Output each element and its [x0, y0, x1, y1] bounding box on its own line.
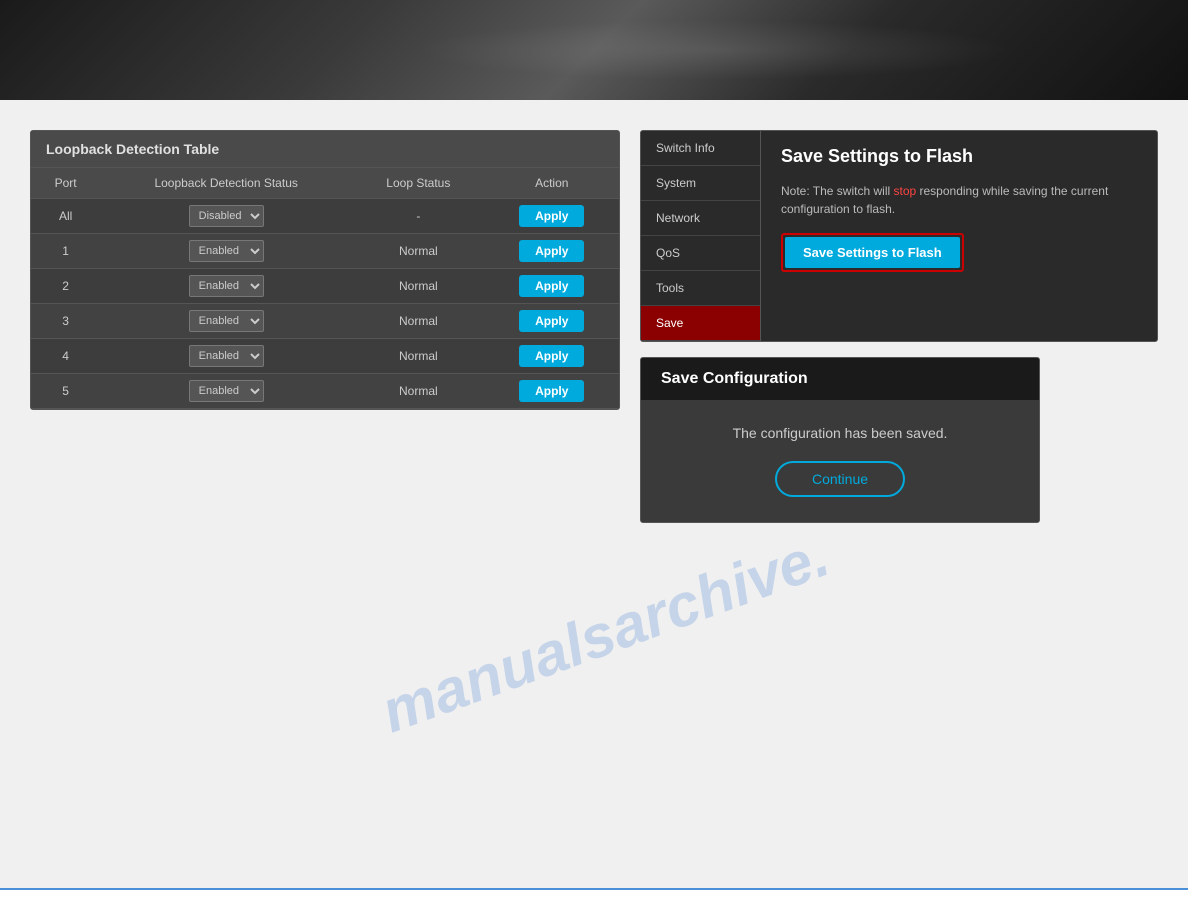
cell-port: 4	[31, 339, 100, 374]
header-banner	[0, 0, 1188, 100]
cell-status: DisabledEnabled	[100, 304, 352, 339]
sidebar-item-qos[interactable]: QoS	[641, 236, 760, 271]
stop-word: stop	[893, 184, 916, 198]
save-config-body: The configuration has been saved. Contin…	[641, 400, 1039, 522]
cell-status: DisabledEnabled	[100, 234, 352, 269]
table-row: 4 DisabledEnabled Normal Apply	[31, 339, 619, 374]
apply-button-1[interactable]: Apply	[519, 240, 584, 262]
cell-port: All	[31, 199, 100, 234]
left-panel: Loopback Detection Table Port Loopback D…	[30, 130, 620, 523]
footer	[0, 888, 1188, 918]
sidebar-item-save[interactable]: Save	[641, 306, 760, 341]
cell-loop: Normal	[352, 339, 484, 374]
table-row: 5 DisabledEnabled Normal Apply	[31, 374, 619, 409]
save-flash-layout: Switch InfoSystemNetworkQoSToolsSave Sav…	[641, 131, 1157, 341]
cell-status: DisabledEnabled	[100, 199, 352, 234]
cell-port: 2	[31, 269, 100, 304]
table-row: All DisabledEnabled - Apply	[31, 199, 619, 234]
save-flash-panel: Switch InfoSystemNetworkQoSToolsSave Sav…	[640, 130, 1158, 342]
cell-loop: -	[352, 199, 484, 234]
save-config-message: The configuration has been saved.	[661, 425, 1019, 441]
status-select-1[interactable]: DisabledEnabled	[189, 240, 264, 262]
cell-action: Apply	[485, 199, 619, 234]
status-select-5[interactable]: DisabledEnabled	[189, 380, 264, 402]
status-select-2[interactable]: DisabledEnabled	[189, 275, 264, 297]
cell-port: 5	[31, 374, 100, 409]
save-flash-title: Save Settings to Flash	[781, 146, 1137, 167]
apply-button-4[interactable]: Apply	[519, 345, 584, 367]
cell-status: DisabledEnabled	[100, 339, 352, 374]
sidebar-menu: Switch InfoSystemNetworkQoSToolsSave	[641, 131, 761, 341]
sidebar-item-system[interactable]: System	[641, 166, 760, 201]
cell-action: Apply	[485, 304, 619, 339]
right-panel: Switch InfoSystemNetworkQoSToolsSave Sav…	[640, 130, 1158, 523]
save-config-title: Save Configuration	[641, 358, 1039, 400]
table-row: 3 DisabledEnabled Normal Apply	[31, 304, 619, 339]
cell-action: Apply	[485, 269, 619, 304]
apply-button-5[interactable]: Apply	[519, 380, 584, 402]
cell-action: Apply	[485, 374, 619, 409]
cell-status: DisabledEnabled	[100, 374, 352, 409]
cell-status: DisabledEnabled	[100, 269, 352, 304]
table-row: 1 DisabledEnabled Normal Apply	[31, 234, 619, 269]
apply-button-3[interactable]: Apply	[519, 310, 584, 332]
cell-port: 1	[31, 234, 100, 269]
apply-button-2[interactable]: Apply	[519, 275, 584, 297]
col-loop: Loop Status	[352, 168, 484, 199]
cell-loop: Normal	[352, 234, 484, 269]
col-action: Action	[485, 168, 619, 199]
status-select-All[interactable]: DisabledEnabled	[189, 205, 264, 227]
cell-loop: Normal	[352, 304, 484, 339]
cell-port: 3	[31, 304, 100, 339]
apply-button-All[interactable]: Apply	[519, 205, 584, 227]
sidebar-item-tools[interactable]: Tools	[641, 271, 760, 306]
detection-table: Port Loopback Detection Status Loop Stat…	[31, 168, 619, 409]
sidebar-item-network[interactable]: Network	[641, 201, 760, 236]
cell-loop: Normal	[352, 269, 484, 304]
save-flash-note: Note: The switch will stop responding wh…	[781, 182, 1137, 218]
status-select-4[interactable]: DisabledEnabled	[189, 345, 264, 367]
save-config-modal: Save Configuration The configuration has…	[640, 357, 1040, 523]
save-flash-btn-wrapper: Save Settings to Flash	[781, 233, 964, 272]
col-port: Port	[31, 168, 100, 199]
continue-button[interactable]: Continue	[775, 461, 905, 497]
cell-action: Apply	[485, 234, 619, 269]
watermark: manualsarchive.	[372, 521, 837, 747]
table-row: 2 DisabledEnabled Normal Apply	[31, 269, 619, 304]
sidebar-item-switch-info[interactable]: Switch Info	[641, 131, 760, 166]
status-select-3[interactable]: DisabledEnabled	[189, 310, 264, 332]
cell-action: Apply	[485, 339, 619, 374]
col-status: Loopback Detection Status	[100, 168, 352, 199]
cell-loop: Normal	[352, 374, 484, 409]
save-settings-flash-button[interactable]: Save Settings to Flash	[785, 237, 960, 268]
table-title: Loopback Detection Table	[31, 131, 619, 168]
save-flash-content: Save Settings to Flash Note: The switch …	[761, 131, 1157, 341]
loopback-table-container: Loopback Detection Table Port Loopback D…	[30, 130, 620, 410]
